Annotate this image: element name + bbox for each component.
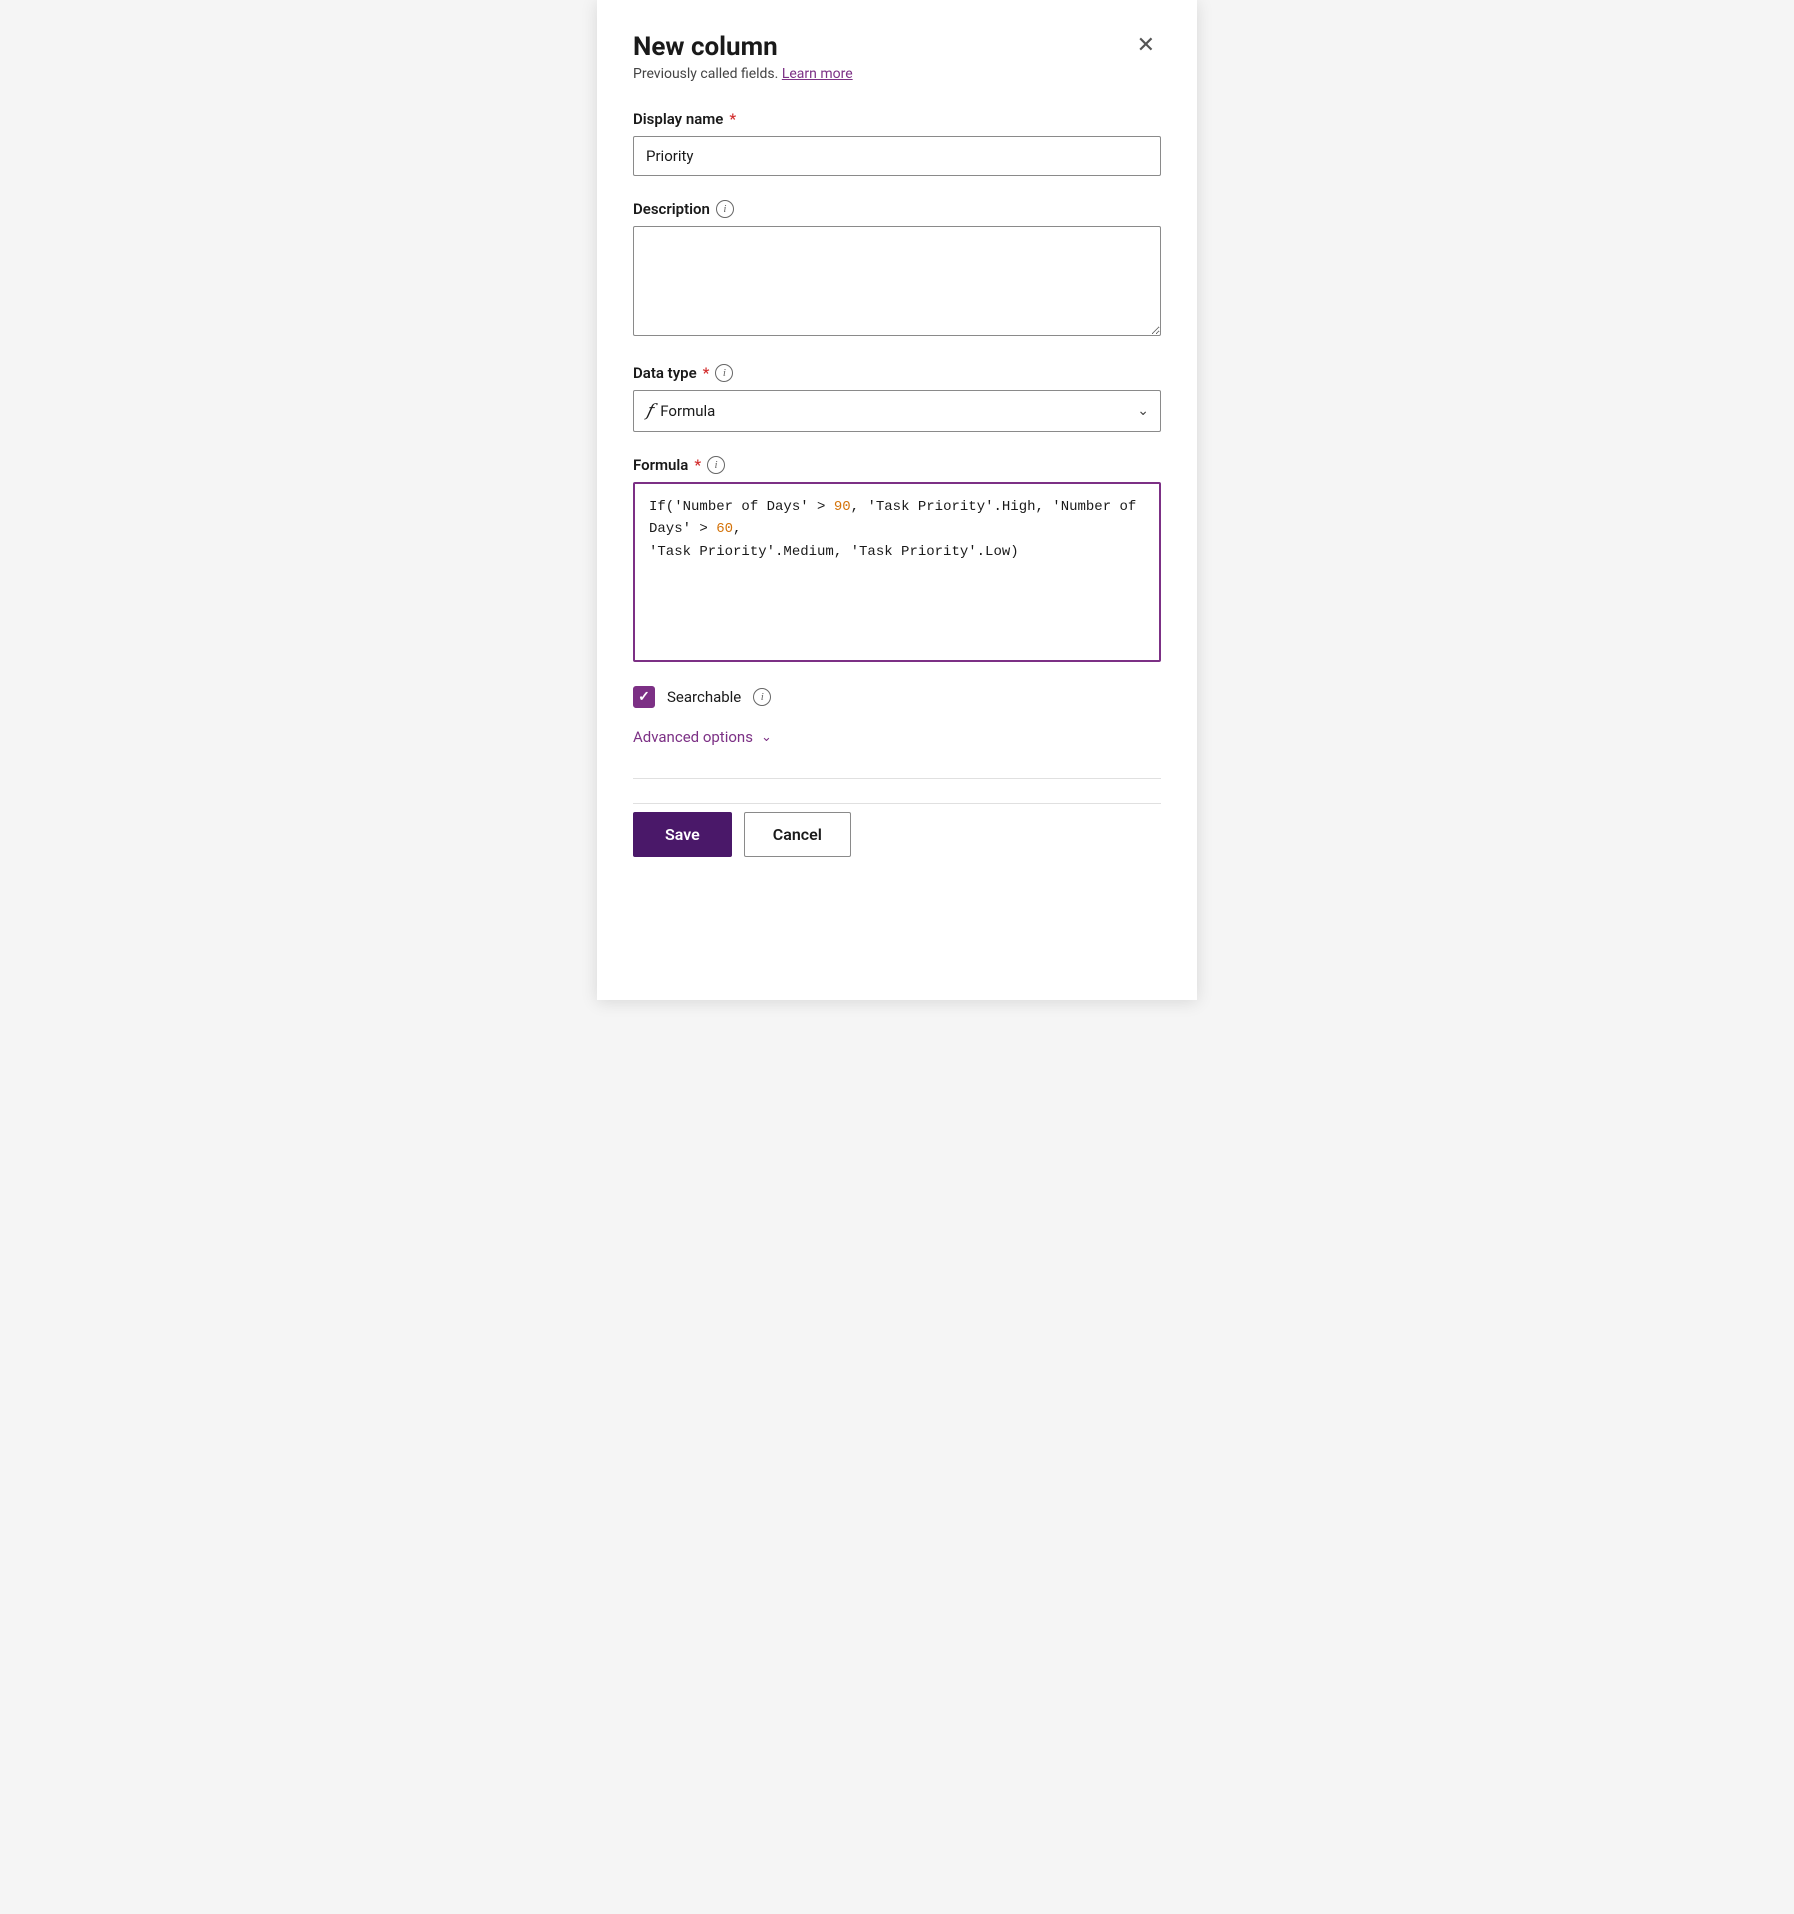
panel-subtitle: Previously called fields. Learn more (633, 66, 1161, 82)
formula-group: Formula * i If('Number of Days' > 90, 'T… (633, 456, 1161, 662)
display-name-input[interactable] (633, 136, 1161, 176)
advanced-options-row[interactable]: Advanced options ⌄ (633, 728, 1161, 746)
subtitle-text: Previously called fields. (633, 66, 778, 82)
data-type-required: * (703, 364, 710, 382)
searchable-row: ✓ Searchable i (633, 686, 1161, 708)
close-button[interactable]: ✕ (1131, 32, 1161, 58)
formula-code[interactable]: If('Number of Days' > 90, 'Task Priority… (649, 496, 1145, 563)
description-label: Description i (633, 200, 1161, 218)
footer-divider (633, 778, 1161, 779)
advanced-options-chevron-icon: ⌄ (761, 730, 772, 745)
new-column-panel: New column ✕ Previously called fields. L… (597, 0, 1197, 1000)
data-type-label: Data type * i (633, 364, 1161, 382)
formula-label: Formula * i (633, 456, 1161, 474)
data-type-value: Formula (660, 402, 715, 420)
panel-header: New column ✕ (633, 32, 1161, 62)
formula-editor-container[interactable]: If('Number of Days' > 90, 'Task Priority… (633, 482, 1161, 662)
advanced-options-text: Advanced options (633, 728, 753, 746)
data-type-select[interactable]: 𝑓 Formula (633, 390, 1161, 432)
checkmark-icon: ✓ (638, 689, 650, 705)
formula-info-icon: i (707, 456, 725, 474)
cancel-button[interactable]: Cancel (744, 812, 851, 857)
searchable-info-icon: i (753, 688, 771, 706)
fx-icon: 𝑓 (646, 401, 652, 421)
description-info-icon: i (716, 200, 734, 218)
description-textarea[interactable] (633, 226, 1161, 336)
display-name-group: Display name * (633, 110, 1161, 176)
formula-required: * (694, 456, 701, 474)
panel-title: New column (633, 32, 778, 62)
data-type-group: Data type * i 𝑓 Formula ⌄ (633, 364, 1161, 432)
learn-more-link[interactable]: Learn more (782, 66, 853, 82)
searchable-checkbox[interactable]: ✓ (633, 686, 655, 708)
searchable-checkbox-container[interactable]: ✓ Searchable (633, 686, 741, 708)
footer-actions: Save Cancel (633, 803, 1161, 857)
save-button[interactable]: Save (633, 812, 732, 857)
description-group: Description i (633, 200, 1161, 340)
display-name-required: * (729, 110, 736, 128)
data-type-info-icon: i (715, 364, 733, 382)
data-type-select-wrapper: 𝑓 Formula ⌄ (633, 390, 1161, 432)
searchable-label: Searchable (667, 688, 741, 706)
display-name-label: Display name * (633, 110, 1161, 128)
